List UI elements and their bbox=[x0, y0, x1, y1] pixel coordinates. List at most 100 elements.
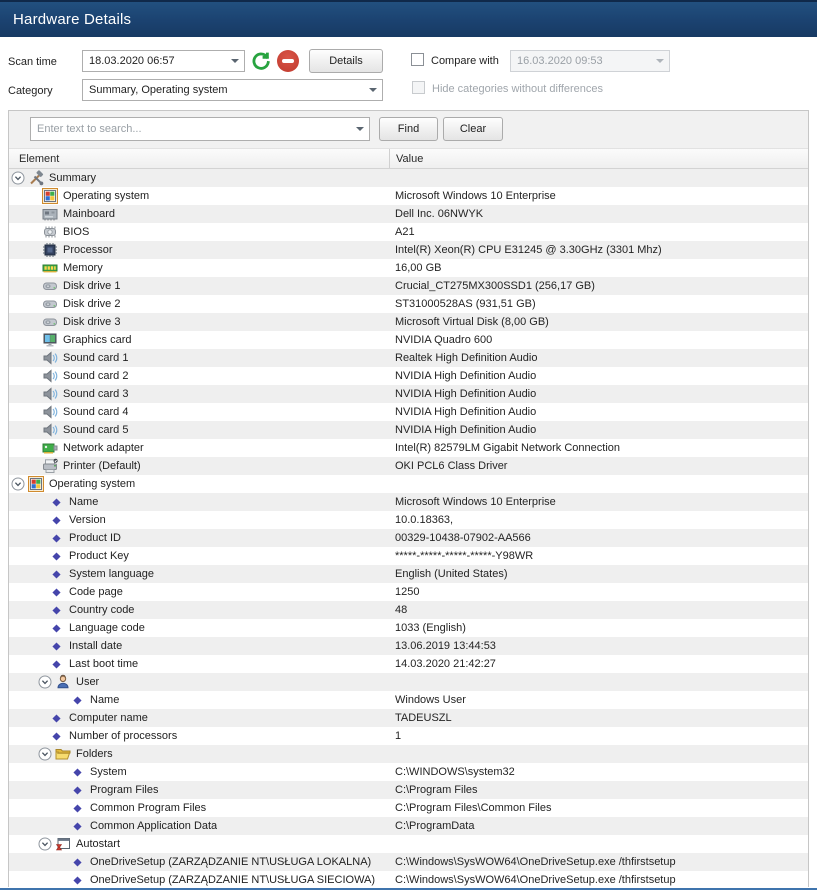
table-row[interactable]: Sound card 1 Realtek High Definition Audi… bbox=[9, 349, 808, 367]
table-row[interactable]: Disk drive 1 Crucial_CT275MX300SSD1 (256,… bbox=[9, 277, 808, 295]
table-row[interactable]: Language code 1033 (English) bbox=[9, 619, 808, 637]
table-row[interactable]: Operating system Microsoft Windows 10 Ent… bbox=[9, 187, 808, 205]
element-cell: Network adapter bbox=[9, 440, 389, 456]
clear-button[interactable]: Clear bbox=[443, 117, 503, 141]
element-cell: Country code bbox=[9, 604, 389, 616]
scan-time-select[interactable]: 18.03.2020 06:57 bbox=[82, 50, 245, 72]
diamond-bullet-icon bbox=[73, 857, 82, 867]
table-row[interactable]: Sound card 5 NVIDIA High Definition Audio bbox=[9, 421, 808, 439]
value-cell: TADEUSZL bbox=[395, 712, 452, 724]
table-row[interactable]: Program Files C:\Program Files bbox=[9, 781, 808, 799]
chevron-down-icon[interactable] bbox=[226, 59, 244, 63]
column-header-element[interactable]: Element bbox=[9, 153, 389, 165]
table-row[interactable]: Printer (Default) OKI PCL6 Class Driver bbox=[9, 457, 808, 475]
disk-icon bbox=[42, 296, 58, 312]
table-row[interactable]: Folders bbox=[9, 745, 808, 763]
table-row[interactable]: Name Windows User bbox=[9, 691, 808, 709]
table-row[interactable]: OneDriveSetup (ZARZĄDZANIE NT\USŁUGA SIE… bbox=[9, 871, 808, 889]
value-cell: 16,00 GB bbox=[395, 262, 442, 274]
table-row[interactable]: System C:\WINDOWS\system32 bbox=[9, 763, 808, 781]
table-row[interactable]: Memory 16,00 GB bbox=[9, 259, 808, 277]
table-row[interactable]: Autostart bbox=[9, 835, 808, 853]
compare-with-label: Compare with bbox=[431, 55, 499, 67]
tools-icon bbox=[28, 170, 44, 186]
table-row[interactable]: Code page 1250 bbox=[9, 583, 808, 601]
table-row[interactable]: Disk drive 2 ST31000528AS (931,51 GB) bbox=[9, 295, 808, 313]
sound-icon bbox=[42, 422, 58, 438]
table-row[interactable]: Install date 13.06.2019 13:44:53 bbox=[9, 637, 808, 655]
table-row[interactable]: Common Application Data C:\ProgramData bbox=[9, 817, 808, 835]
processor-icon bbox=[42, 242, 58, 258]
diamond-bullet-icon bbox=[73, 821, 82, 831]
value-cell: Realtek High Definition Audio bbox=[395, 352, 538, 364]
diamond-bullet-icon bbox=[52, 497, 61, 507]
table-row[interactable]: Version 10.0.18363, bbox=[9, 511, 808, 529]
diamond-bullet-icon bbox=[52, 731, 61, 741]
element-label: Mainboard bbox=[63, 208, 115, 220]
search-bar: Enter text to search... Find Clear bbox=[9, 111, 808, 149]
search-input[interactable]: Enter text to search... bbox=[30, 117, 370, 141]
table-row[interactable]: OneDriveSetup (ZARZĄDZANIE NT\USŁUGA LOK… bbox=[9, 853, 808, 871]
element-label: Disk drive 1 bbox=[63, 280, 121, 292]
table-row[interactable]: Mainboard Dell Inc. 06NWYK bbox=[9, 205, 808, 223]
value-cell: 1 bbox=[395, 730, 402, 742]
table-row[interactable]: Sound card 2 NVIDIA High Definition Audio bbox=[9, 367, 808, 385]
table-row[interactable]: Graphics card NVIDIA Quadro 600 bbox=[9, 331, 808, 349]
diamond-bullet-icon bbox=[52, 713, 61, 723]
table-row[interactable]: Operating system bbox=[9, 475, 808, 493]
chevron-down-icon[interactable] bbox=[364, 88, 382, 92]
find-button[interactable]: Find bbox=[379, 117, 438, 141]
element-label: Language code bbox=[69, 622, 145, 634]
value-cell: C:\Program Files\Common Files bbox=[395, 802, 552, 814]
value-cell: Windows User bbox=[395, 694, 466, 706]
table-row[interactable]: Network adapter Intel(R) 82579LM Gigabit … bbox=[9, 439, 808, 457]
network-icon bbox=[42, 440, 58, 456]
element-cell: Sound card 5 bbox=[9, 422, 389, 438]
table-row[interactable]: Number of processors 1 bbox=[9, 727, 808, 745]
table-row[interactable]: Sound card 4 NVIDIA High Definition Audio bbox=[9, 403, 808, 421]
table-row[interactable]: System language English (United States) bbox=[9, 565, 808, 583]
table-row[interactable]: User bbox=[9, 673, 808, 691]
sound-icon bbox=[42, 368, 58, 384]
table-row[interactable]: BIOS A21 bbox=[9, 223, 808, 241]
table-row[interactable]: Product Key *****-*****-*****-*****-Y98WR bbox=[9, 547, 808, 565]
table-row[interactable]: Disk drive 3 Microsoft Virtual Disk (8,00… bbox=[9, 313, 808, 331]
collapse-group-icon[interactable] bbox=[11, 171, 25, 185]
value-cell: C:\Windows\SysWOW64\OneDriveSetup.exe /t… bbox=[395, 856, 676, 868]
compare-with-checkbox[interactable] bbox=[411, 53, 424, 66]
table-row[interactable]: Product ID 00329-10438-07902-AA566 bbox=[9, 529, 808, 547]
collapse-group-icon[interactable] bbox=[38, 675, 52, 689]
element-label: Code page bbox=[69, 586, 123, 598]
stop-button[interactable] bbox=[276, 49, 300, 73]
element-cell: System bbox=[9, 766, 389, 778]
table-row[interactable]: Common Program Files C:\Program Files\Com… bbox=[9, 799, 808, 817]
table-row[interactable]: Last boot time 14.03.2020 21:42:27 bbox=[9, 655, 808, 673]
windows-icon bbox=[28, 476, 44, 492]
table-row[interactable]: Sound card 3 NVIDIA High Definition Audio bbox=[9, 385, 808, 403]
element-label: Sound card 2 bbox=[63, 370, 129, 382]
value-cell: Microsoft Windows 10 Enterprise bbox=[395, 496, 556, 508]
chevron-down-icon[interactable] bbox=[351, 127, 369, 131]
collapse-group-icon[interactable] bbox=[38, 747, 52, 761]
table-row[interactable]: Processor Intel(R) Xeon(R) CPU E31245 @ 3… bbox=[9, 241, 808, 259]
element-label: Disk drive 3 bbox=[63, 316, 121, 328]
refresh-button[interactable] bbox=[249, 49, 273, 73]
table-row[interactable]: Summary bbox=[9, 169, 808, 187]
element-label: BIOS bbox=[63, 226, 90, 238]
column-header-value[interactable]: Value bbox=[389, 149, 808, 168]
table-row[interactable]: Computer name TADEUSZL bbox=[9, 709, 808, 727]
value-cell: C:\Windows\SysWOW64\OneDriveSetup.exe /t… bbox=[395, 874, 676, 886]
details-button[interactable]: Details bbox=[309, 49, 383, 73]
diamond-bullet-icon bbox=[52, 551, 61, 561]
value-cell: C:\ProgramData bbox=[395, 820, 475, 832]
diamond-bullet-icon bbox=[52, 605, 61, 615]
diamond-bullet-icon bbox=[52, 623, 61, 633]
value-cell: NVIDIA High Definition Audio bbox=[395, 370, 537, 382]
table-row[interactable]: Country code 48 bbox=[9, 601, 808, 619]
collapse-group-icon[interactable] bbox=[38, 837, 52, 851]
table-row[interactable]: Name Microsoft Windows 10 Enterprise bbox=[9, 493, 808, 511]
collapse-group-icon[interactable] bbox=[11, 477, 25, 491]
diamond-bullet-icon bbox=[52, 515, 61, 525]
scan-time-label: Scan time bbox=[8, 56, 57, 68]
category-select[interactable]: Summary, Operating system bbox=[82, 79, 383, 101]
